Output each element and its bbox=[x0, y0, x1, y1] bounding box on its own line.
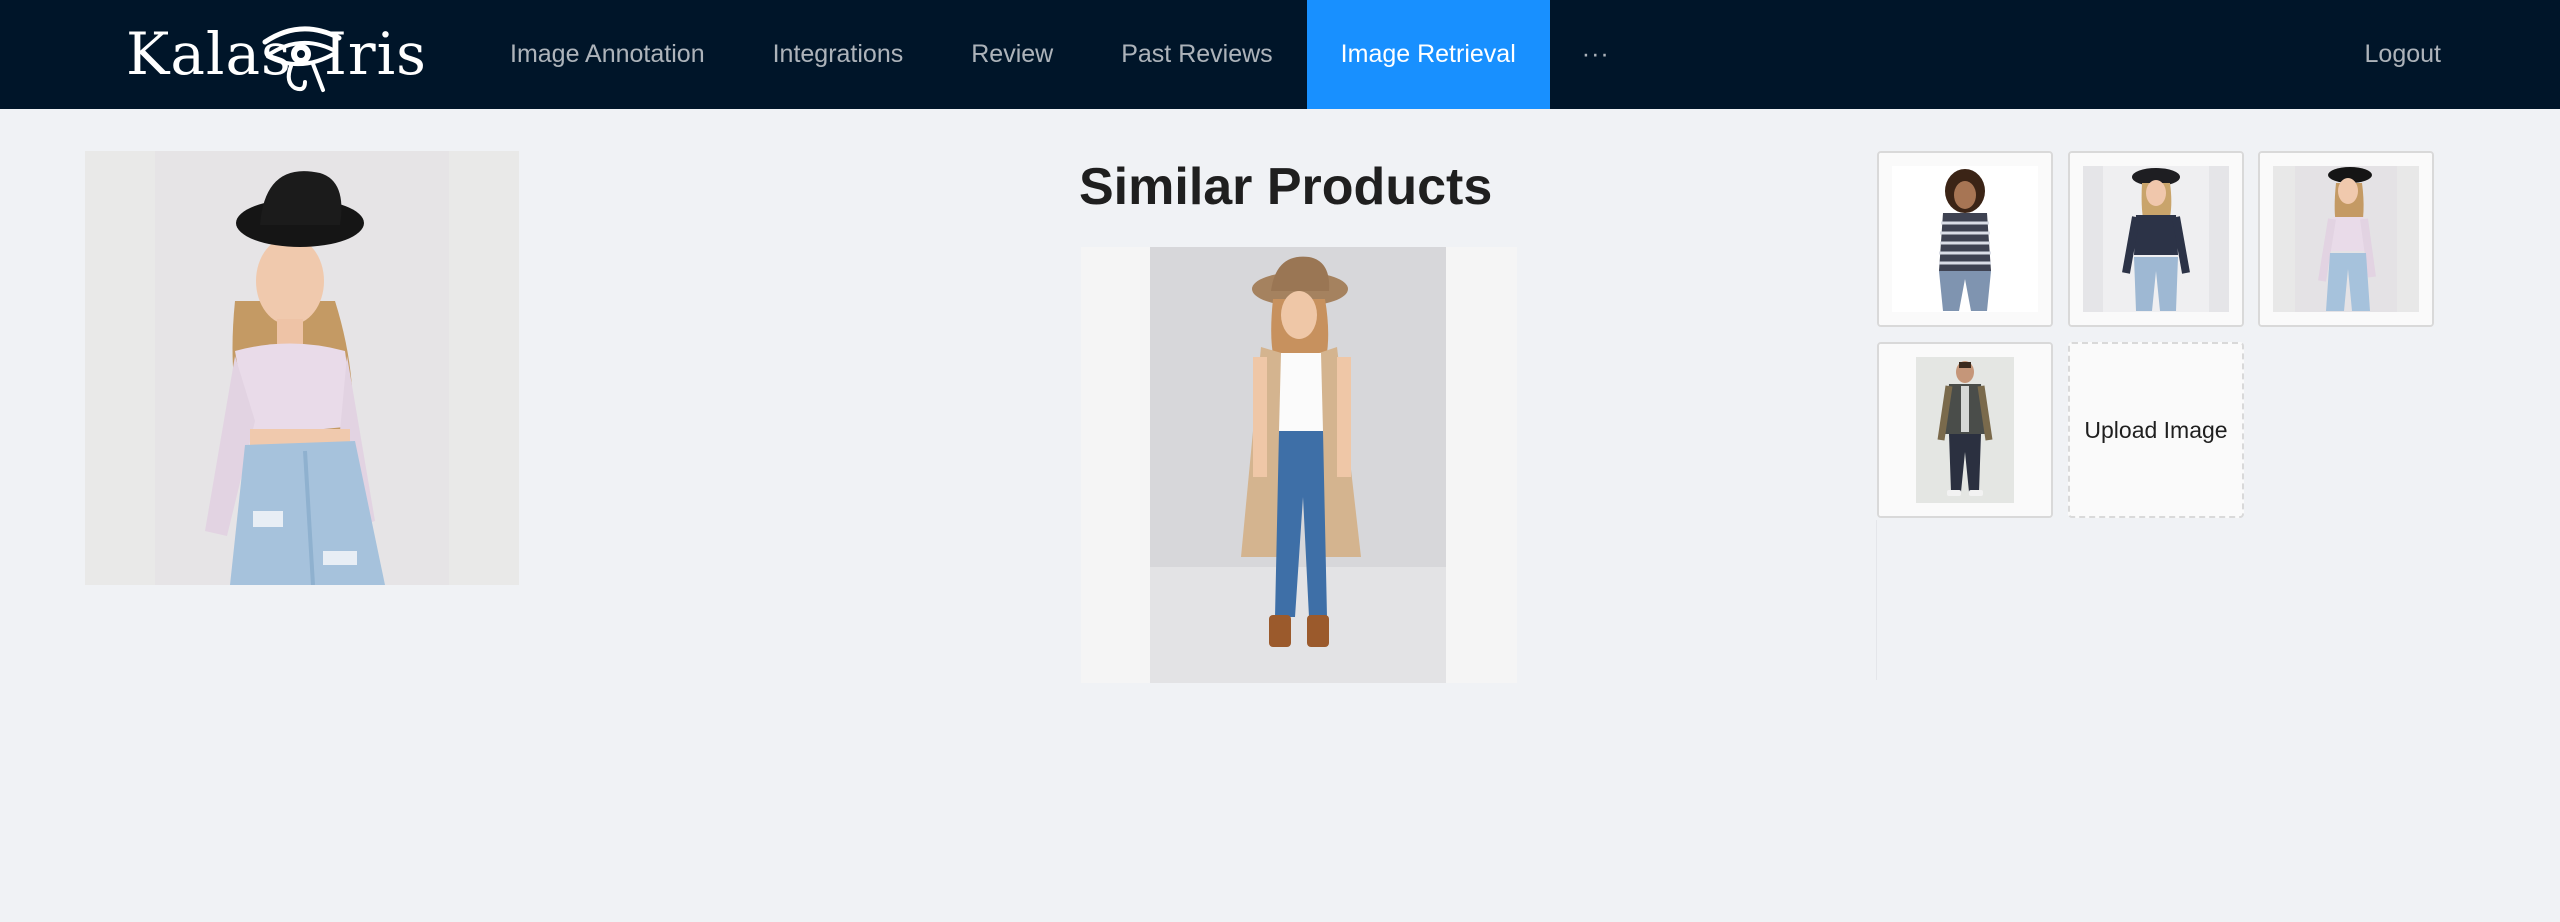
gallery-thumbnail-2[interactable] bbox=[2068, 151, 2244, 327]
woman-lace-top-jeans-photo bbox=[85, 151, 519, 585]
gallery-thumbnail-1[interactable] bbox=[1877, 151, 2053, 327]
similar-products-heading: Similar Products bbox=[1079, 158, 1493, 216]
top-navigation-bar: Kalas Iris Image Annotation Integrations… bbox=[0, 0, 2560, 109]
nav-item-past-reviews[interactable]: Past Reviews bbox=[1087, 0, 1306, 109]
nav-more-ellipsis[interactable]: ··· bbox=[1550, 0, 1642, 109]
gallery-thumbnail-4[interactable] bbox=[1877, 342, 2053, 518]
gallery-divider bbox=[1876, 520, 1877, 680]
similar-product-image[interactable] bbox=[1081, 247, 1517, 683]
man-jacket-photo bbox=[1879, 344, 2051, 516]
nav-item-image-retrieval[interactable]: Image Retrieval bbox=[1306, 0, 1550, 109]
nav-item-review[interactable]: Review bbox=[937, 0, 1087, 109]
query-image bbox=[85, 151, 519, 585]
main-menu: Image Annotation Integrations Review Pas… bbox=[476, 0, 1642, 109]
nav-item-image-annotation[interactable]: Image Annotation bbox=[476, 0, 739, 109]
logo-text-right: Iris bbox=[324, 20, 427, 88]
gallery-thumbnail-3[interactable] bbox=[2258, 151, 2434, 327]
logout-link[interactable]: Logout bbox=[2365, 0, 2441, 109]
woman-navy-top-photo bbox=[2070, 153, 2242, 325]
woman-lace-top-photo bbox=[2260, 153, 2432, 325]
upload-image-button[interactable]: Upload Image bbox=[2068, 342, 2244, 518]
upload-image-label: Upload Image bbox=[2084, 416, 2228, 443]
woman-striped-top-photo bbox=[1879, 153, 2051, 325]
woman-vest-jeans-photo bbox=[1081, 247, 1517, 683]
nav-item-integrations[interactable]: Integrations bbox=[739, 0, 938, 109]
kalas-iris-logo[interactable]: Kalas Iris bbox=[124, 14, 442, 94]
